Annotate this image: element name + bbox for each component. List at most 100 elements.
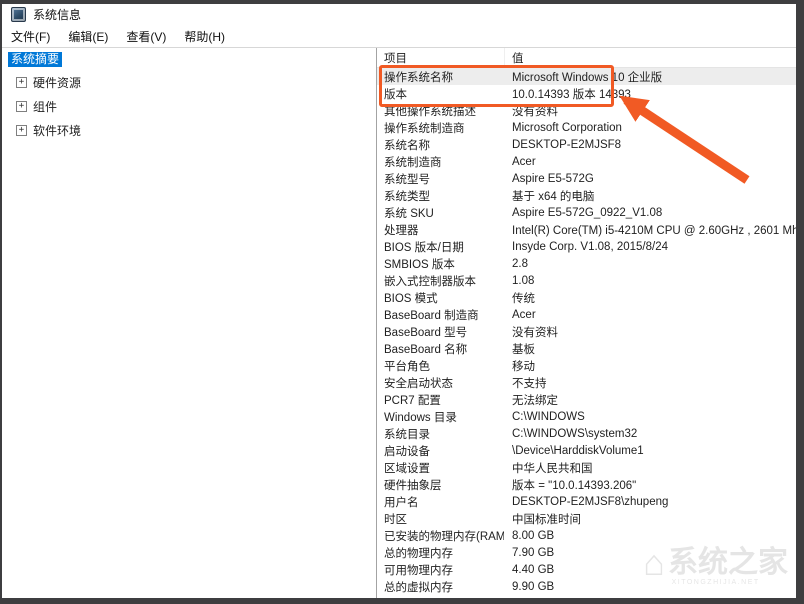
row-item-cell: Windows 目录 [377, 409, 504, 425]
table-row[interactable]: 操作系统制造商Microsoft Corporation [377, 119, 796, 136]
table-row[interactable]: 版本10.0.14393 版本 14393 [377, 85, 796, 102]
row-item-cell: 系统 SKU [377, 205, 504, 221]
table-row[interactable]: 系统型号Aspire E5-572G [377, 170, 796, 187]
tree-item-system-summary[interactable]: 系统摘要 [8, 52, 62, 67]
screenshot-root: { "window": { "title": "系统信息" }, "menu":… [0, 0, 804, 604]
table-row[interactable]: 时区中国标准时间 [377, 510, 796, 527]
details-rows: 操作系统名称Microsoft Windows 10 企业版版本10.0.143… [377, 68, 796, 595]
sidebar-item-hardware-resources[interactable]: + 硬件资源 [16, 74, 376, 91]
table-row[interactable]: 启动设备\Device\HarddiskVolume1 [377, 442, 796, 459]
table-row[interactable]: BIOS 版本/日期Insyde Corp. V1.08, 2015/8/24 [377, 238, 796, 255]
row-item-cell: 处理器 [377, 222, 504, 238]
row-value-cell: C:\WINDOWS\system32 [504, 428, 796, 440]
table-row[interactable]: 硬件抽象层版本 = "10.0.14393.206" [377, 476, 796, 493]
expand-plus-icon[interactable]: + [16, 125, 27, 136]
row-value-cell: C:\WINDOWS [504, 411, 796, 423]
row-item-cell: 其他操作系统描述 [377, 103, 504, 119]
table-row[interactable]: 总的物理内存7.90 GB [377, 544, 796, 561]
table-row[interactable]: 系统制造商Acer [377, 153, 796, 170]
row-item-cell: 硬件抽象层 [377, 477, 504, 493]
row-item-cell: 区域设置 [377, 460, 504, 476]
row-item-cell: 平台角色 [377, 358, 504, 374]
table-row[interactable]: BIOS 模式传统 [377, 289, 796, 306]
row-value-cell: 7.90 GB [504, 547, 796, 559]
table-row[interactable]: Windows 目录C:\WINDOWS [377, 408, 796, 425]
table-row[interactable]: 嵌入式控制器版本1.08 [377, 272, 796, 289]
table-row[interactable]: 安全启动状态不支持 [377, 374, 796, 391]
row-value-cell: Microsoft Corporation [504, 122, 796, 134]
table-row[interactable]: 已安装的物理内存(RAM)8.00 GB [377, 527, 796, 544]
row-item-cell: 版本 [377, 86, 504, 102]
table-row[interactable]: 平台角色移动 [377, 357, 796, 374]
row-value-cell: 不支持 [504, 375, 796, 391]
row-value-cell: 版本 = "10.0.14393.206" [504, 477, 796, 493]
row-value-cell: 中华人民共和国 [504, 460, 796, 476]
row-value-cell: DESKTOP-E2MJSF8\zhupeng [504, 496, 796, 508]
table-row[interactable]: 可用物理内存4.40 GB [377, 561, 796, 578]
row-item-cell: 时区 [377, 511, 504, 527]
menu-help[interactable]: 帮助(H) [175, 25, 234, 47]
row-item-cell: 已安装的物理内存(RAM) [377, 528, 504, 544]
table-row[interactable]: PCR7 配置无法绑定 [377, 391, 796, 408]
table-row[interactable]: 处理器Intel(R) Core(TM) i5-4210M CPU @ 2.60… [377, 221, 796, 238]
tree-item-label: 软件环境 [33, 122, 81, 139]
menu-edit[interactable]: 编辑(E) [59, 25, 117, 47]
row-item-cell: 系统类型 [377, 188, 504, 204]
row-item-cell: 系统型号 [377, 171, 504, 187]
expand-plus-icon[interactable]: + [16, 101, 27, 112]
table-row[interactable]: 系统 SKUAspire E5-572G_0922_V1.08 [377, 204, 796, 221]
column-header-item[interactable]: 项目 [377, 48, 505, 67]
row-item-cell: BIOS 模式 [377, 290, 504, 306]
row-value-cell: 4.40 GB [504, 564, 796, 576]
row-value-cell: 传统 [504, 290, 796, 306]
table-row[interactable]: 用户名DESKTOP-E2MJSF8\zhupeng [377, 493, 796, 510]
row-item-cell: 启动设备 [377, 443, 504, 459]
table-row[interactable]: BaseBoard 名称基板 [377, 340, 796, 357]
row-value-cell: 1.08 [504, 275, 796, 287]
row-item-cell: 可用物理内存 [377, 562, 504, 578]
row-value-cell: 8.00 GB [504, 530, 796, 542]
row-item-cell: 系统制造商 [377, 154, 504, 170]
row-value-cell: DESKTOP-E2MJSF8 [504, 139, 796, 151]
table-row[interactable]: 系统类型基于 x64 的电脑 [377, 187, 796, 204]
row-value-cell: 没有资料 [504, 324, 796, 340]
tree-item-label: 硬件资源 [33, 74, 81, 91]
details-pane: 项目 值 操作系统名称Microsoft Windows 10 企业版版本10.… [377, 48, 796, 598]
tree-item-label: 组件 [33, 98, 57, 115]
table-row[interactable]: 区域设置中华人民共和国 [377, 459, 796, 476]
row-value-cell: Acer [504, 309, 796, 321]
row-item-cell: PCR7 配置 [377, 392, 504, 408]
row-item-cell: 用户名 [377, 494, 504, 510]
row-value-cell: 中国标准时间 [504, 511, 796, 527]
table-row[interactable]: 总的虚拟内存9.90 GB [377, 578, 796, 595]
table-row[interactable]: BaseBoard 型号没有资料 [377, 323, 796, 340]
main-content: 系统摘要 + 硬件资源 + 组件 + 软件环境 项目 值 操作系统名称Microsoft … [2, 48, 796, 598]
table-row[interactable]: 操作系统名称Microsoft Windows 10 企业版 [377, 68, 796, 85]
row-item-cell: 总的物理内存 [377, 545, 504, 561]
row-item-cell: 嵌入式控制器版本 [377, 273, 504, 289]
menu-file[interactable]: 文件(F) [2, 25, 59, 47]
row-item-cell: BIOS 版本/日期 [377, 239, 504, 255]
column-header-value[interactable]: 值 [505, 50, 796, 66]
row-value-cell: 10.0.14393 版本 14393 [504, 86, 796, 102]
row-value-cell: 移动 [504, 358, 796, 374]
row-value-cell: Acer [504, 156, 796, 168]
row-item-cell: 操作系统制造商 [377, 120, 504, 136]
table-row[interactable]: 系统目录C:\WINDOWS\system32 [377, 425, 796, 442]
row-item-cell: 安全启动状态 [377, 375, 504, 391]
row-value-cell: 2.8 [504, 258, 796, 270]
system-info-window: 系统信息 文件(F)编辑(E)查看(V)帮助(H) 系统摘要 +硬件资源+组件+… [2, 4, 796, 598]
row-item-cell: BaseBoard 制造商 [377, 307, 504, 323]
expand-plus-icon[interactable]: + [16, 77, 27, 88]
menu-view[interactable]: 查看(V) [117, 25, 175, 47]
table-row[interactable]: 系统名称DESKTOP-E2MJSF8 [377, 136, 796, 153]
table-row[interactable]: 其他操作系统描述没有资料 [377, 102, 796, 119]
table-row[interactable]: SMBIOS 版本2.8 [377, 255, 796, 272]
row-item-cell: 系统名称 [377, 137, 504, 153]
sidebar-item-components[interactable]: + 组件 [16, 98, 376, 115]
table-row[interactable]: BaseBoard 制造商Acer [377, 306, 796, 323]
system-info-app-icon [11, 7, 26, 22]
row-value-cell: 无法绑定 [504, 392, 796, 408]
sidebar-item-software-environment[interactable]: + 软件环境 [16, 122, 376, 139]
row-item-cell: SMBIOS 版本 [377, 256, 504, 272]
